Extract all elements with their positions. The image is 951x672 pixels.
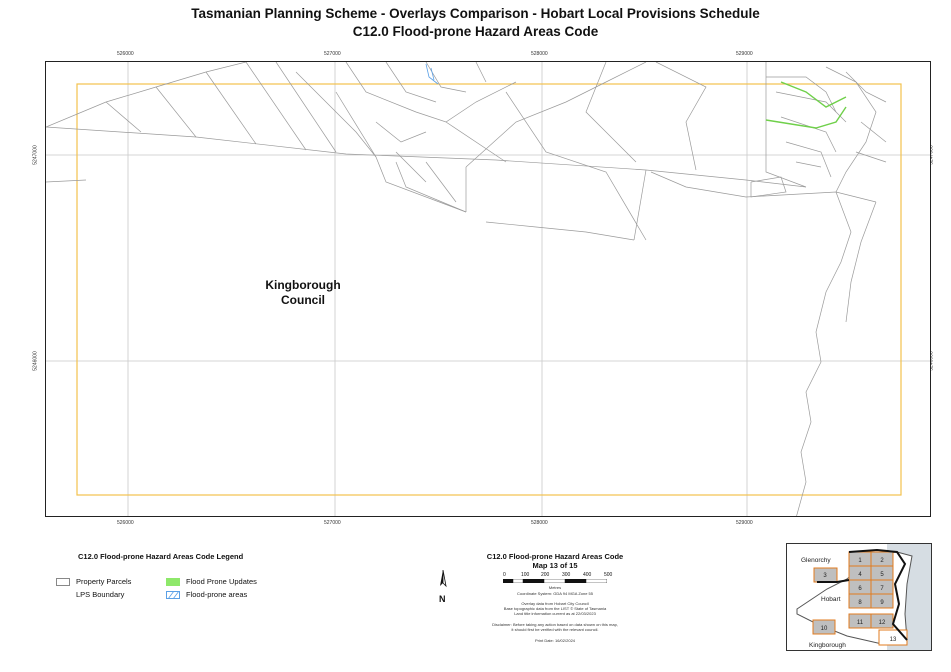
coordinate-system: Coordinate System: GDA 94 MGA Zone 55 [516,591,594,596]
keymap-label-kingborough: Kingborough [809,642,846,649]
map-subtitle: C12.0 Flood-prone Hazard Areas Code [352,24,599,39]
legend-title: C12.0 Flood-prone Hazard Areas Code Lege… [78,552,244,561]
grid-tick-y-left: 5246000 [32,351,39,371]
grid-tick-x-top: 527000 [324,51,341,57]
scale-label: 200 [541,572,550,578]
legend-item-lps-boundary: LPS Boundary [56,590,124,599]
property-parcels [46,62,887,516]
grid-tick-y-left: 5247000 [32,145,39,165]
grid-tick-x-bottom: 527000 [324,520,341,526]
grid-tick-x-top: 528000 [531,51,548,57]
flood-prone-areas [425,63,439,85]
svg-text:10: 10 [821,626,828,632]
flood-prone-updates [765,81,847,129]
north-label: N [439,594,446,604]
map-title: Tasmanian Planning Scheme - Overlays Com… [191,6,760,21]
grid-tick-x-bottom: 529000 [736,520,753,526]
legend-item-label: Flood Prone Updates [186,577,257,586]
legend-item-flood-updates: Flood Prone Updates [166,577,257,586]
lps-boundary-swatch-icon [56,591,70,599]
map-info: C12.0 Flood-prone Hazard Areas Code Map … [470,552,640,570]
scale-label: 0 [503,572,506,578]
key-map: 12 3 45 67 89 10 11 12 13 Glenorchy Hobar… [786,543,932,651]
info-title: C12.0 Flood-prone Hazard Areas Code [486,552,624,561]
legend-item-property-parcels: Property Parcels [56,577,131,586]
map-number: Map 13 of 15 [532,561,578,570]
hatch-swatch-icon [166,590,180,599]
keymap-label-hobart: Hobart [821,596,841,603]
grid-tick-x-top: 529000 [736,51,753,57]
graticule [46,62,930,516]
grid-tick-x-bottom: 528000 [531,520,548,526]
legend-item-label: Flood-prone areas [186,590,248,599]
scale-bar [503,579,607,583]
grid-tick-x-top: 526000 [117,51,134,57]
parcel-swatch-icon [56,577,70,586]
disclaimer-line: it should first be verified with the rel… [511,627,599,632]
svg-text:11: 11 [857,620,864,626]
legend-item-label: Property Parcels [76,577,132,586]
source-line: Land title information current as at 22/… [514,611,596,616]
north-arrow-icon: N [437,569,449,610]
council-label: Kingborough Council [251,278,355,308]
scale-label: 500 [604,572,613,578]
council-label-line1: Kingborough [265,278,341,292]
legend-item-label: LPS Boundary [76,590,125,599]
map-canvas[interactable]: Kingborough Council [45,61,931,517]
map-drawing [46,62,930,516]
grid-tick-x-bottom: 526000 [117,520,134,526]
legend-item-flood-prone-areas: Flood-prone areas [166,590,247,599]
scale-label: 100 [521,572,530,578]
flood-updates-swatch-icon [166,577,180,586]
print-date: Print Date: 16/02/2024 [534,638,576,643]
scale-label: 300 [562,572,571,578]
council-label-line2: Council [281,293,325,307]
scale-unit: Metres [548,585,562,590]
svg-text:12: 12 [879,620,886,626]
keymap-label-glenorchy: Glenorchy [801,557,831,564]
scale-label: 400 [583,572,592,578]
lps-boundary [76,83,902,496]
svg-text:13: 13 [890,637,897,643]
